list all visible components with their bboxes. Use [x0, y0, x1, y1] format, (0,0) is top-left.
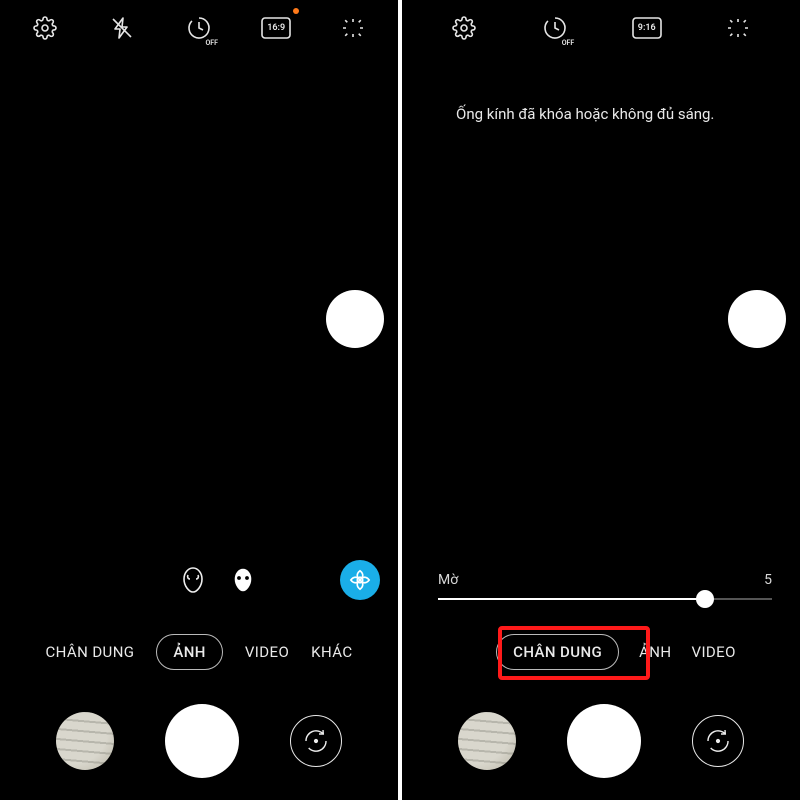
magic-wand-icon[interactable]	[336, 11, 370, 45]
shutter-button[interactable]	[567, 704, 641, 778]
timer-off-icon[interactable]: OFF	[182, 11, 216, 45]
top-toolbar: OFF 9:16	[402, 0, 800, 56]
mode-chan-dung[interactable]: CHÂN DUNG	[46, 643, 135, 661]
slider-label-left: Mờ	[438, 572, 458, 588]
mode-chan-dung-active[interactable]: CHÂN DUNG	[496, 634, 619, 670]
mode-anh-active[interactable]: ẢNH	[156, 634, 222, 670]
lens-warning-text: Ống kính đã khóa hoặc không đủ sáng.	[456, 104, 760, 126]
slider-track[interactable]	[438, 598, 772, 600]
settings-icon[interactable]	[447, 11, 481, 45]
beauty-face-solid-icon[interactable]	[226, 563, 260, 597]
gallery-thumbnail[interactable]	[458, 712, 516, 770]
mode-video[interactable]: VIDEO	[245, 643, 289, 661]
bottom-actions	[402, 704, 800, 778]
indicator-dot	[293, 8, 299, 14]
switch-camera-button[interactable]	[290, 715, 342, 767]
mode-anh[interactable]: ẢNH	[639, 643, 671, 661]
timer-off-icon[interactable]: OFF	[538, 11, 572, 45]
bottom-actions	[0, 704, 398, 778]
flash-off-icon[interactable]	[105, 11, 139, 45]
aspect-ratio-label: 16:9	[267, 23, 285, 33]
mode-khac[interactable]: KHÁC	[311, 643, 352, 661]
slider-label-right: 5	[764, 572, 772, 588]
top-toolbar: OFF 16:9	[0, 0, 398, 56]
magic-wand-icon[interactable]	[721, 11, 755, 45]
settings-icon[interactable]	[28, 11, 62, 45]
mode-selector[interactable]: CHÂN DUNG ẢNH VIDEO KHÁC	[0, 634, 398, 670]
gallery-thumbnail[interactable]	[56, 712, 114, 770]
effects-button[interactable]	[340, 560, 380, 600]
phone-right: OFF 9:16 Ống kính đã khóa hoặc không đủ …	[402, 0, 800, 800]
aspect-ratio-icon[interactable]: 9:16	[630, 11, 664, 45]
slider-thumb[interactable]	[696, 590, 714, 608]
aspect-ratio-icon[interactable]: 16:9	[259, 11, 293, 45]
filter-strip	[0, 560, 398, 600]
mode-video[interactable]: VIDEO	[692, 643, 736, 661]
blur-slider[interactable]: Mờ 5	[438, 572, 772, 600]
zoom-indicator[interactable]	[728, 290, 786, 348]
zoom-indicator[interactable]	[326, 290, 384, 348]
shutter-button[interactable]	[165, 704, 239, 778]
beauty-face-outline-icon[interactable]	[176, 563, 210, 597]
mode-selector[interactable]: CHÂN DUNG ẢNH VIDEO	[402, 634, 800, 670]
aspect-ratio-label: 9:16	[638, 23, 656, 33]
switch-camera-button[interactable]	[692, 715, 744, 767]
phone-left: OFF 16:9 CHÂN DUNG ẢNH VIDEO KHÁC	[0, 0, 398, 800]
